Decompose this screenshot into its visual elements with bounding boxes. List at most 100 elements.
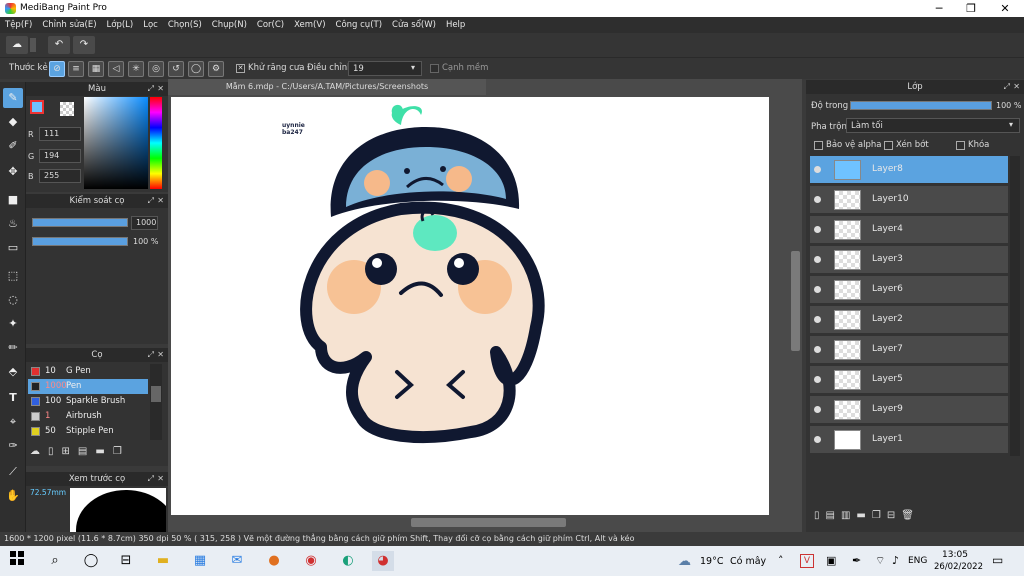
visibility-eye-icon[interactable] bbox=[814, 286, 821, 293]
tray-phone-icon[interactable]: ▣ bbox=[826, 554, 836, 567]
brush-item-stipple-pen[interactable]: 50 Stipple Pen bbox=[28, 424, 148, 439]
menu-snap[interactable]: Chụp(N) bbox=[207, 17, 252, 33]
minimize-button[interactable]: ─ bbox=[924, 1, 954, 16]
close-icon[interactable]: ✕ bbox=[157, 82, 164, 96]
brush-item-sparkle-brush[interactable]: 100 Sparkle Brush bbox=[28, 394, 148, 409]
widgets-icon[interactable]: ⊟ bbox=[115, 551, 137, 571]
new-layer-icon[interactable]: ▯ bbox=[814, 510, 826, 521]
close-icon[interactable]: ✕ bbox=[157, 348, 164, 362]
maximize-button[interactable]: ❐ bbox=[956, 1, 986, 16]
layer-row-layer10[interactable]: Layer10 bbox=[810, 186, 1008, 214]
layers-scrollbar[interactable] bbox=[1010, 156, 1020, 456]
radial-ruler-icon[interactable]: ✳ bbox=[128, 61, 144, 77]
adjust-select[interactable]: 19 ▾ bbox=[348, 61, 422, 76]
folder-icon[interactable]: ▬ bbox=[95, 446, 112, 457]
hue-slider[interactable] bbox=[150, 97, 162, 189]
tray-app-icon[interactable]: V bbox=[800, 554, 814, 568]
menu-tools[interactable]: Công cụ(T) bbox=[331, 17, 388, 33]
new-brush-icon[interactable]: ▯ bbox=[48, 446, 62, 457]
antialias-checkbox[interactable]: ✕ bbox=[236, 64, 245, 73]
undo-icon[interactable]: ↶ bbox=[48, 36, 70, 54]
brush-opacity-slider[interactable] bbox=[32, 237, 128, 246]
select-tool-icon[interactable]: ⬚ bbox=[3, 266, 23, 286]
visibility-eye-icon[interactable] bbox=[814, 406, 821, 413]
b-value-input[interactable]: 255 bbox=[39, 169, 81, 183]
new-8bit-layer-icon[interactable]: ▥ bbox=[841, 510, 856, 521]
file-explorer-icon[interactable]: ▬ bbox=[152, 551, 174, 571]
dot-tool-icon[interactable]: ✐ bbox=[3, 136, 23, 156]
document-tab[interactable]: Mẫm 6.mdp - C:/Users/A.TAM/Pictures/Scre… bbox=[168, 79, 486, 95]
concentric-ruler-icon[interactable]: ◎ bbox=[148, 61, 164, 77]
fill-rect-tool-icon[interactable]: ■ bbox=[3, 190, 23, 210]
task-view-icon[interactable]: ◯ bbox=[80, 551, 102, 571]
new-halftone-layer-icon[interactable]: ▤ bbox=[826, 510, 841, 521]
menu-file[interactable]: Tệp(F) bbox=[0, 17, 37, 33]
menu-filter[interactable]: Lọc bbox=[138, 17, 163, 33]
redo-icon[interactable]: ↷ bbox=[73, 36, 95, 54]
expand-icon[interactable]: ⤢ bbox=[148, 472, 154, 486]
duplicate-layer-icon[interactable]: ❐ bbox=[872, 510, 887, 521]
expand-icon[interactable]: ⤢ bbox=[148, 194, 154, 208]
visibility-eye-icon[interactable] bbox=[814, 166, 821, 173]
medibang-taskbar-icon[interactable]: ◕ bbox=[372, 551, 394, 571]
perspective-ruler-icon[interactable]: ◁ bbox=[108, 61, 124, 77]
clip-checkbox[interactable] bbox=[884, 141, 893, 150]
volume-icon[interactable]: ♪ bbox=[892, 554, 899, 567]
cloud-icon[interactable]: ☁ bbox=[6, 36, 28, 54]
layer-row-layer7[interactable]: Layer7 bbox=[810, 336, 1008, 364]
duplicate-icon[interactable]: ❐ bbox=[113, 446, 130, 457]
visibility-eye-icon[interactable] bbox=[814, 256, 821, 263]
windows-start-icon[interactable] bbox=[6, 551, 28, 571]
grid-ruler-icon[interactable]: ▦ bbox=[88, 61, 104, 77]
drawing-canvas[interactable]: uynnie ba247 bbox=[171, 97, 769, 515]
blend-mode-select[interactable]: Làm tối ▾ bbox=[846, 118, 1020, 133]
brush-tool-icon[interactable]: ✎ bbox=[3, 88, 23, 108]
protect-alpha-checkbox[interactable] bbox=[814, 141, 823, 150]
color-saturation-picker[interactable] bbox=[84, 97, 148, 189]
move-tool-icon[interactable]: ✥ bbox=[3, 162, 23, 182]
text-tool-icon[interactable]: T bbox=[3, 388, 23, 408]
delete-layer-icon[interactable]: 🗑 bbox=[901, 510, 920, 521]
weather-icon[interactable]: ☁ bbox=[678, 554, 691, 569]
expand-icon[interactable]: ⤢ bbox=[148, 82, 154, 96]
clock-date[interactable]: 26/02/2022 bbox=[934, 562, 983, 572]
visibility-eye-icon[interactable] bbox=[814, 436, 821, 443]
magic-wand-icon[interactable]: ✦ bbox=[3, 314, 23, 334]
wifi-icon[interactable]: ⌔ bbox=[875, 554, 885, 568]
select-eraser-icon[interactable]: ⬘ bbox=[3, 362, 23, 382]
lock-checkbox[interactable] bbox=[956, 141, 965, 150]
bucket-tool-icon[interactable]: ♨ bbox=[3, 214, 23, 234]
lasso-tool-icon[interactable]: ◌ bbox=[3, 290, 23, 310]
merge-layer-icon[interactable]: ⊟ bbox=[887, 510, 901, 521]
layer-row-layer9[interactable]: Layer9 bbox=[810, 396, 1008, 424]
visibility-eye-icon[interactable] bbox=[814, 196, 821, 203]
tray-chevron-icon[interactable]: ˄ bbox=[778, 554, 784, 567]
chrome-icon[interactable]: ◉ bbox=[300, 551, 322, 571]
expand-icon[interactable]: ⤢ bbox=[1004, 80, 1010, 94]
clock-time[interactable]: 13:05 bbox=[942, 550, 968, 560]
curve-ruler-icon[interactable]: ↺ bbox=[168, 61, 184, 77]
divide-tool-icon[interactable]: ✑ bbox=[3, 436, 23, 456]
r-value-input[interactable]: 111 bbox=[39, 127, 81, 141]
g-value-input[interactable]: 194 bbox=[39, 149, 81, 163]
menu-select[interactable]: Chọn(S) bbox=[163, 17, 207, 33]
gradient-tool-icon[interactable]: ▭ bbox=[3, 238, 23, 258]
eraser-tool-icon[interactable]: ◆ bbox=[3, 112, 23, 132]
store-icon[interactable]: ▦ bbox=[189, 551, 211, 571]
close-icon[interactable]: ✕ bbox=[157, 472, 164, 486]
close-button[interactable]: ✕ bbox=[990, 1, 1020, 16]
visibility-eye-icon[interactable] bbox=[814, 316, 821, 323]
menu-color[interactable]: Cor(C) bbox=[252, 17, 289, 33]
ruler-off-icon[interactable]: ⊘ bbox=[49, 61, 65, 77]
close-icon[interactable]: ✕ bbox=[1013, 80, 1020, 94]
visibility-eye-icon[interactable] bbox=[814, 376, 821, 383]
parallel-ruler-icon[interactable]: ≡ bbox=[68, 61, 84, 77]
edge-icon[interactable]: ◐ bbox=[337, 551, 359, 571]
menu-help[interactable]: Help bbox=[441, 17, 470, 33]
layer-row-layer4[interactable]: Layer4 bbox=[810, 216, 1008, 244]
smooth-checkbox[interactable] bbox=[430, 64, 439, 73]
menu-layer[interactable]: Lớp(L) bbox=[102, 17, 139, 33]
layer-row-layer1[interactable]: Layer1 bbox=[810, 426, 1008, 454]
visibility-eye-icon[interactable] bbox=[814, 346, 821, 353]
settings-ruler-icon[interactable]: ⚙ bbox=[208, 61, 224, 77]
